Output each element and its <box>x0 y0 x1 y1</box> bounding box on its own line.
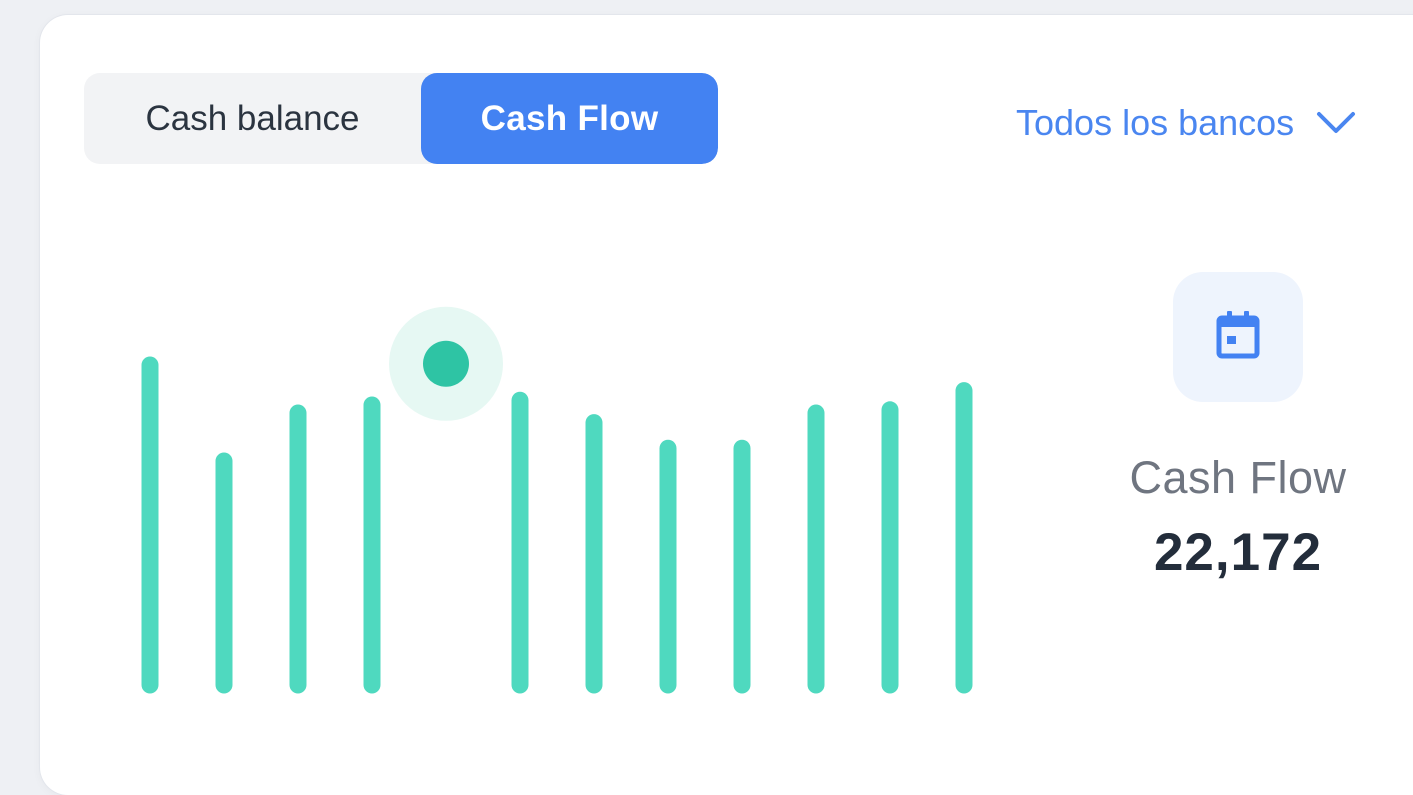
bank-filter-label: Todos los bancos <box>1016 102 1295 143</box>
cash-balance-tab[interactable]: Cash balance <box>84 73 421 164</box>
cash-flow-tab[interactable]: Cash Flow <box>421 73 718 164</box>
view-toggle: Cash balance Cash Flow <box>84 73 718 164</box>
calendar-icon <box>1216 310 1260 365</box>
stat-value: 22,172 <box>1153 523 1323 582</box>
cash-flow-bar-chart <box>141 306 973 694</box>
highlight-dot[interactable] <box>423 340 469 387</box>
stat-label: Cash Flow <box>1129 452 1347 503</box>
bank-filter-dropdown[interactable]: Todos los bancos <box>1016 102 1356 144</box>
calendar-icon-box <box>1173 272 1303 402</box>
chevron-down-icon <box>1316 111 1356 135</box>
